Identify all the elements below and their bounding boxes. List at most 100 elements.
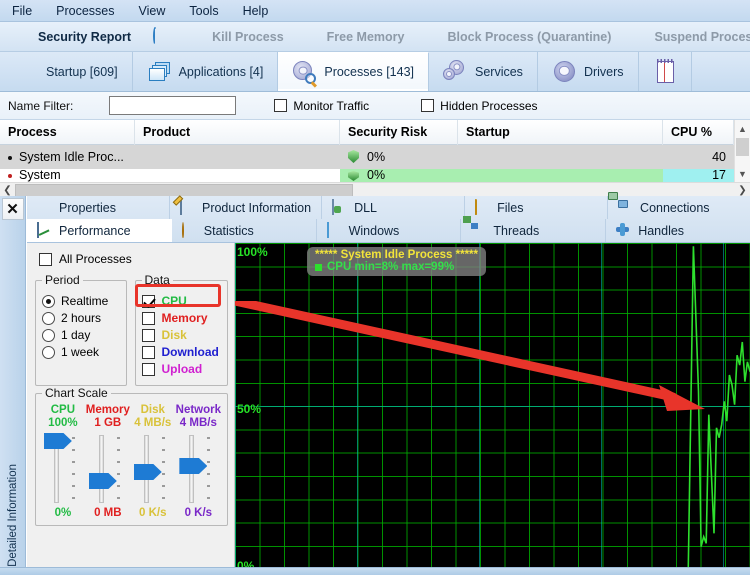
kill-process-button[interactable]: Kill Process	[182, 24, 293, 50]
tab-applications-label: Applications [4]	[178, 64, 264, 79]
tab-windows[interactable]: Windows	[317, 219, 462, 242]
window-icon	[326, 222, 342, 238]
tab-files[interactable]: Files	[465, 196, 609, 219]
data-memory-checkbox[interactable]: Memory	[141, 311, 222, 325]
performance-chart[interactable]: 100% 50% 0% ***** System Idle Process **…	[235, 243, 750, 575]
table-horizontal-scrollbar[interactable]: ❮ ❯	[0, 182, 750, 198]
table-row[interactable]: System Idle Proc... 0% 40	[0, 145, 750, 169]
notepad-icon	[653, 58, 677, 84]
slider-thumb[interactable]	[88, 473, 117, 489]
chart-scale-legend: Chart Scale	[45, 386, 108, 400]
radio-1-day[interactable]: 1 day	[42, 328, 120, 342]
tab-handles-label: Handles	[638, 223, 685, 238]
cell-process: System	[0, 169, 135, 182]
tab-product-information[interactable]: Product Information	[170, 196, 323, 219]
radio-button	[42, 328, 55, 342]
radio-realtime-label: Realtime	[61, 294, 109, 308]
refresh-button[interactable]	[144, 24, 178, 50]
main-tab-strip: Startup [609] Applications [4] Processes…	[0, 52, 750, 92]
tab-drivers[interactable]: Drivers	[538, 52, 639, 91]
slider-thumb[interactable]	[133, 464, 162, 480]
menu-item-processes[interactable]: Processes	[54, 3, 116, 19]
slider-thumb[interactable]	[43, 433, 72, 449]
data-cpu-label: CPU	[161, 294, 187, 308]
cell-process: System Idle Proc...	[0, 145, 135, 169]
checkbox-box	[141, 345, 155, 359]
block-process-button[interactable]: Block Process (Quarantine)	[417, 24, 620, 50]
table-header-row: Process Product Security Risk Startup CP…	[0, 119, 750, 145]
tab-processes[interactable]: Processes [143]	[278, 52, 429, 91]
monitor-traffic-checkbox[interactable]: Monitor Traffic	[274, 99, 369, 113]
vertical-scroll-thumb[interactable]	[736, 138, 749, 156]
column-header-process[interactable]: Process	[0, 119, 135, 145]
data-cpu-checkbox[interactable]: CPU	[141, 294, 222, 308]
detail-tab-row-2: Performance Statistics Windows Threads H…	[27, 219, 750, 242]
data-upload-checkbox[interactable]: Upload	[141, 362, 222, 376]
scroll-down-icon[interactable]: ▼	[735, 165, 750, 182]
checkbox-box	[421, 99, 435, 112]
data-disk-checkbox[interactable]: Disk	[141, 328, 222, 342]
suspend-process-button[interactable]: Suspend Process	[624, 24, 750, 50]
tab-performance-label: Performance	[59, 223, 131, 238]
free-memory-button[interactable]: Free Memory	[297, 24, 414, 50]
tab-applications[interactable]: Applications [4]	[133, 52, 279, 91]
suspend-process-icon	[633, 29, 649, 45]
gear-icon	[552, 60, 576, 84]
tab-connections[interactable]: Connections	[608, 196, 750, 219]
scroll-up-icon[interactable]: ▲	[735, 120, 750, 137]
table-vertical-scrollbar[interactable]: ▲ ▼	[734, 120, 750, 182]
scale-memory-slider[interactable]	[88, 433, 128, 505]
menu-item-file[interactable]: File	[10, 3, 34, 19]
scale-disk-slider[interactable]	[133, 433, 173, 505]
scale-network-max: 4 MB/s	[179, 417, 217, 429]
tab-handles[interactable]: Handles	[606, 219, 750, 242]
scale-cpu-slider[interactable]	[43, 433, 83, 505]
detailed-information-panel: ✕ Detailed Information Properties Produc…	[0, 196, 750, 575]
tab-drivers-label: Drivers	[583, 64, 624, 79]
performance-chart-icon	[37, 222, 52, 238]
tab-startup[interactable]: Startup [609]	[0, 52, 133, 91]
table-row[interactable]: System 0% 17	[0, 169, 750, 182]
radio-1-week-label: 1 week	[61, 345, 100, 359]
scale-memory: Memory 1 GB 0 MB	[86, 404, 130, 519]
radio-2-hours-label: 2 hours	[61, 311, 102, 325]
menu-item-view[interactable]: View	[137, 3, 168, 19]
tab-dll[interactable]: DLL	[322, 196, 466, 219]
cell-security-risk: 0%	[340, 145, 458, 169]
menu-item-tools[interactable]: Tools	[187, 3, 220, 19]
tab-notepad[interactable]	[639, 52, 692, 91]
tab-statistics[interactable]: Statistics	[172, 219, 317, 242]
menu-item-help[interactable]: Help	[241, 3, 271, 19]
name-filter-input[interactable]	[109, 96, 237, 115]
radio-1-week[interactable]: 1 week	[42, 345, 120, 359]
risk-shield-icon	[348, 150, 359, 163]
radio-realtime[interactable]: Realtime	[42, 294, 120, 308]
column-header-security-risk[interactable]: Security Risk	[340, 119, 458, 145]
tab-threads[interactable]: Threads	[461, 219, 607, 242]
radio-2-hours[interactable]: 2 hours	[42, 311, 120, 325]
column-header-cpu[interactable]: CPU %	[663, 119, 734, 145]
tab-services[interactable]: Services	[429, 52, 538, 91]
hidden-processes-checkbox[interactable]: Hidden Processes	[421, 99, 538, 113]
data-memory-label: Memory	[161, 311, 208, 325]
data-download-checkbox[interactable]: Download	[141, 345, 222, 359]
scale-network-slider[interactable]	[178, 433, 218, 505]
gears-icon	[443, 59, 467, 84]
column-header-startup[interactable]: Startup	[458, 119, 663, 145]
risk-shield-icon	[348, 171, 359, 181]
slider-rail	[98, 435, 104, 503]
column-header-product[interactable]: Product	[135, 119, 340, 145]
tab-properties[interactable]: Properties	[27, 196, 170, 219]
slider-ticks	[161, 437, 165, 501]
data-legend: Data	[144, 273, 170, 287]
tab-performance[interactable]: Performance	[27, 219, 172, 242]
close-detail-button[interactable]: ✕	[1, 198, 24, 220]
tab-services-label: Services	[475, 64, 523, 79]
data-upload-label: Upload	[161, 362, 203, 376]
slider-thumb[interactable]	[179, 458, 208, 474]
horizontal-scroll-thumb[interactable]	[15, 183, 354, 197]
security-report-button[interactable]: Security Report	[8, 24, 140, 50]
scale-network: Network 4 MB/s 0 K/s	[176, 404, 221, 519]
tab-dll-label: DLL	[354, 200, 378, 215]
all-processes-checkbox[interactable]: All Processes	[39, 252, 228, 266]
